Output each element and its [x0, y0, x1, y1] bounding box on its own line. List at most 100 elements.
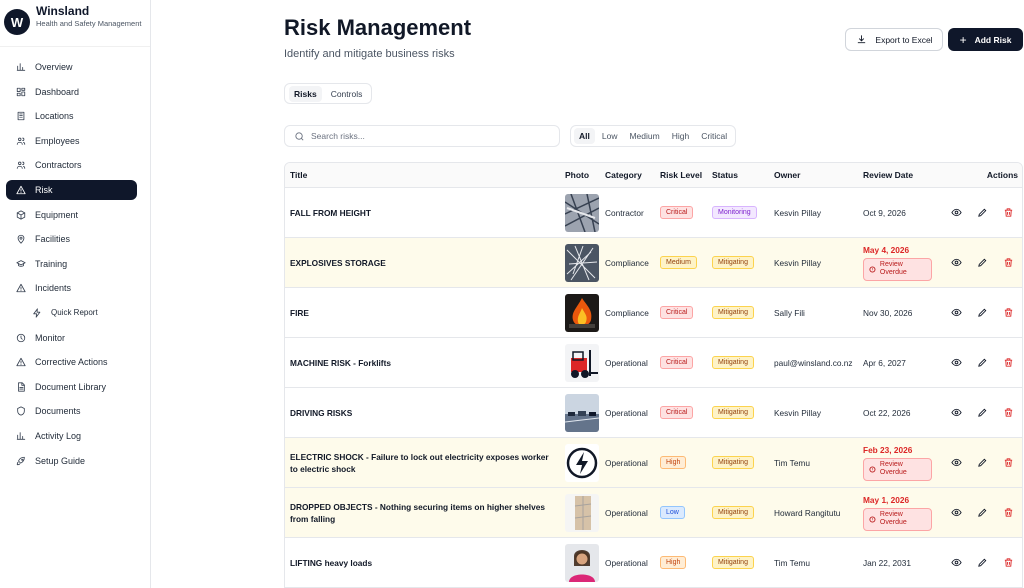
- view-icon[interactable]: [950, 507, 962, 519]
- export-to-excel-button[interactable]: Export to Excel: [845, 28, 943, 51]
- edit-icon[interactable]: [976, 257, 988, 269]
- sidebar-item-label: Documents: [35, 406, 81, 417]
- sidebar-item-equipment[interactable]: Equipment: [6, 205, 137, 225]
- table-row[interactable]: FIRE Compliance Critical Mitigating Sally Fi…: [285, 288, 1022, 338]
- users-icon: [16, 160, 26, 170]
- sidebar-item-training[interactable]: Training: [6, 254, 137, 274]
- table-row[interactable]: FALL FROM HEIGHT Contractor Critical Monito…: [285, 188, 1022, 238]
- table-row[interactable]: MACHINE RISK - Forklifts Operational Criti…: [285, 338, 1022, 388]
- traffic-photo[interactable]: [565, 393, 599, 432]
- debris-photo[interactable]: [565, 243, 599, 282]
- sidebar-item-label: Dashboard: [35, 86, 80, 97]
- electric-icon-photo[interactable]: [565, 443, 599, 482]
- sidebar-item-documents[interactable]: Documents: [6, 401, 137, 421]
- risk-photo-cell: [561, 443, 605, 482]
- column-header-risk-level[interactable]: Risk Level: [660, 170, 712, 180]
- risk-title[interactable]: FIRE: [285, 307, 561, 319]
- person-photo[interactable]: [565, 543, 599, 582]
- sidebar-item-activity-log[interactable]: Activity Log: [6, 426, 137, 446]
- sidebar-item-corrective-actions[interactable]: Corrective Actions: [6, 352, 137, 372]
- filter-low[interactable]: Low: [597, 128, 623, 144]
- risk-level-badge: Critical: [660, 356, 694, 369]
- filter-high[interactable]: High: [667, 128, 694, 144]
- delete-icon[interactable]: [1002, 557, 1014, 569]
- delete-icon[interactable]: [1002, 207, 1014, 219]
- sidebar-item-risk[interactable]: Risk: [6, 179, 137, 200]
- sidebar-item-incidents[interactable]: Incidents: [6, 278, 137, 298]
- sidebar-item-monitor[interactable]: Monitor: [6, 328, 137, 348]
- delete-icon[interactable]: [1002, 307, 1014, 319]
- risk-title[interactable]: EXPLOSIVES STORAGE: [285, 257, 561, 269]
- risk-category: Operational: [605, 557, 648, 568]
- delete-icon[interactable]: [1002, 507, 1014, 519]
- delete-icon[interactable]: [1002, 357, 1014, 369]
- brand-name: Winsland: [36, 4, 90, 18]
- delete-icon[interactable]: [1002, 457, 1014, 469]
- scaffolding-photo[interactable]: [565, 193, 599, 232]
- main-content: Risk Management Identify and mitigate bu…: [151, 0, 1024, 588]
- add-risk-button[interactable]: + Add Risk: [948, 28, 1023, 51]
- filter-critical[interactable]: Critical: [696, 128, 732, 144]
- review-date-cell: May 4, 2026 Review Overdue: [863, 245, 945, 281]
- view-icon[interactable]: [950, 557, 962, 569]
- table-body: FALL FROM HEIGHT Contractor Critical Monito…: [285, 188, 1022, 588]
- sidebar-item-document-library[interactable]: Document Library: [6, 377, 137, 397]
- risk-title[interactable]: FALL FROM HEIGHT: [285, 207, 561, 219]
- sidebar-item-facilities[interactable]: Facilities: [6, 229, 137, 249]
- sidebar-item-contractors[interactable]: Contractors: [6, 155, 137, 175]
- view-icon[interactable]: [950, 207, 962, 219]
- delete-icon[interactable]: [1002, 257, 1014, 269]
- filter-medium[interactable]: Medium: [624, 128, 664, 144]
- users-icon: [16, 136, 26, 146]
- view-icon[interactable]: [950, 407, 962, 419]
- view-icon[interactable]: [950, 257, 962, 269]
- review-date-cell: Nov 30, 2026: [863, 308, 945, 318]
- edit-icon[interactable]: [976, 357, 988, 369]
- shelf-photo[interactable]: [565, 493, 599, 532]
- sidebar-item-dashboard[interactable]: Dashboard: [6, 82, 137, 102]
- table-row[interactable]: DRIVING RISKS Operational Critical Mitigati…: [285, 388, 1022, 438]
- tab-controls[interactable]: Controls: [326, 86, 368, 102]
- delete-icon[interactable]: [1002, 407, 1014, 419]
- search-box[interactable]: [284, 125, 560, 147]
- edit-icon[interactable]: [976, 457, 988, 469]
- column-header-status[interactable]: Status: [712, 170, 774, 180]
- table-row[interactable]: ELECTRIC SHOCK - Failure to lock out ele…: [285, 438, 1022, 488]
- edit-icon[interactable]: [976, 507, 988, 519]
- fire-photo[interactable]: [565, 293, 599, 332]
- column-header-title[interactable]: Title: [285, 169, 561, 181]
- risk-photo-cell: [561, 543, 605, 582]
- edit-icon[interactable]: [976, 557, 988, 569]
- table-row[interactable]: DROPPED OBJECTS - Nothing securing items…: [285, 488, 1022, 538]
- column-header-review-date[interactable]: Review Date: [863, 170, 945, 180]
- risk-title[interactable]: DROPPED OBJECTS - Nothing securing items…: [285, 501, 561, 525]
- edit-icon[interactable]: [976, 407, 988, 419]
- filter-all[interactable]: All: [574, 128, 595, 144]
- edit-icon[interactable]: [976, 307, 988, 319]
- download-icon: [855, 34, 867, 46]
- sidebar-item-employees[interactable]: Employees: [6, 131, 137, 151]
- forklift-photo[interactable]: [565, 343, 599, 382]
- risk-title[interactable]: LIFTING heavy loads: [285, 557, 561, 569]
- tab-risks[interactable]: Risks: [289, 85, 322, 102]
- logo[interactable]: W: [4, 9, 30, 35]
- risk-level-badge: Critical: [660, 206, 694, 219]
- view-icon[interactable]: [950, 357, 962, 369]
- table-row[interactable]: LIFTING heavy loads Operational High Mitiga…: [285, 538, 1022, 588]
- sidebar-item-quick-report[interactable]: Quick Report: [6, 303, 137, 323]
- sidebar-item-overview[interactable]: Overview: [6, 57, 137, 77]
- risk-level-cell: Low: [660, 506, 712, 519]
- view-icon[interactable]: [950, 457, 962, 469]
- edit-icon[interactable]: [976, 207, 988, 219]
- column-header-category[interactable]: Category: [605, 170, 660, 180]
- risk-title[interactable]: ELECTRIC SHOCK - Failure to lock out ele…: [285, 451, 561, 475]
- risk-title[interactable]: DRIVING RISKS: [285, 407, 561, 419]
- risk-title[interactable]: MACHINE RISK - Forklifts: [285, 357, 561, 369]
- view-icon[interactable]: [950, 307, 962, 319]
- search-input[interactable]: [311, 131, 541, 141]
- sidebar-item-setup-guide[interactable]: Setup Guide: [6, 451, 137, 471]
- sidebar-item-locations[interactable]: Locations: [6, 106, 137, 126]
- status-badge: Mitigating: [712, 456, 754, 469]
- table-row[interactable]: EXPLOSIVES STORAGE Compliance Medium Mitiga…: [285, 238, 1022, 288]
- column-header-owner[interactable]: Owner: [774, 170, 863, 180]
